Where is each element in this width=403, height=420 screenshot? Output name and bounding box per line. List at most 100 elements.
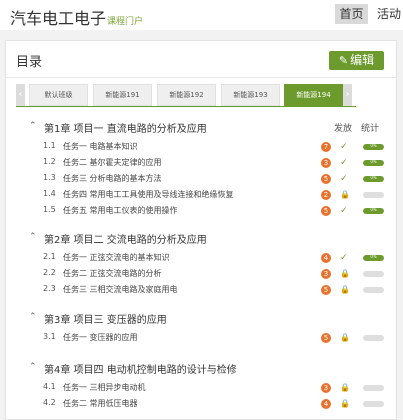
progress-bar: 0% [363,208,384,214]
task-count-badge: 5 [321,333,331,343]
released-check-icon[interactable]: ✓ [340,158,348,168]
task-count-badge: 3 [321,383,331,393]
progress-text: 0% [370,255,377,259]
lesson-number: 2.2 [43,268,56,277]
column-release-header: 发放 [334,124,353,134]
lesson-title[interactable]: 任务四 常用电工工具使用及导线连接和绝缘恢复 [63,189,234,200]
task-count-badge: 5 [321,285,331,295]
lesson-row[interactable]: 4.1 任务一 三相异步电动机 3 🔒 [6,382,396,398]
progress-bar [363,401,384,407]
collapse-caret-icon[interactable]: ⌃ [29,312,37,322]
lesson-row[interactable]: 2.1 任务一 正弦交流电的基本知识 4 ✓ 0% [6,252,396,268]
site-title-text: 汽车电工电子 [10,9,107,28]
tab-prev-arrow-icon[interactable]: ‹ [16,84,25,106]
progress-bar [363,192,384,198]
locked-padlock-icon[interactable]: 🔒 [340,190,350,200]
lesson-row[interactable]: 1.4 任务四 常用电工工具使用及导线连接和绝缘恢复 2 🔒 [6,189,396,205]
lesson-number: 2.1 [43,252,56,261]
collapse-caret-icon[interactable]: ⌃ [29,121,37,131]
progress-text: 0% [370,144,377,148]
task-count-badge: 3 [321,158,331,168]
task-count-badge: 7 [321,142,331,152]
lesson-number: 2.3 [43,284,56,293]
lesson-title[interactable]: 任务二 正弦交流电路的分析 [63,268,162,279]
lesson-number: 3.1 [43,332,56,341]
class-tab[interactable]: 新能源191 [93,84,152,106]
progress-bar [363,385,384,391]
progress-bar [363,335,384,341]
progress-bar: 0% [363,255,384,261]
pencil-icon: ✎ [338,54,349,67]
task-count-badge: 4 [321,253,331,263]
catalog-panel: 目录 ✎ 编辑 ‹ 默认班级 新能源191 新能源192 新能源193 新能源194 › … [5,40,397,420]
class-tab[interactable]: 新能源194 [284,84,343,106]
lesson-title[interactable]: 任务二 常用低压电器 [63,398,138,409]
collapse-caret-icon[interactable]: ⌃ [29,362,37,372]
lesson-number: 1.3 [43,173,56,182]
lesson-row[interactable]: 1.3 任务三 分析电路的基本方法 5 ✓ 0% [6,173,396,189]
released-check-icon[interactable]: ✓ [340,253,348,263]
progress-bar [363,287,384,293]
released-check-icon[interactable]: ✓ [340,142,348,152]
chapter-title[interactable]: 第3章 项目三 变压器的应用 [44,311,167,326]
released-check-icon[interactable]: ✓ [340,206,348,216]
collapse-caret-icon[interactable]: ⌃ [29,232,37,242]
class-tab[interactable]: 默认班级 [29,84,88,106]
lesson-number: 1.1 [43,141,56,150]
tab-next-arrow-icon[interactable]: › [343,84,352,106]
lesson-number: 4.1 [43,382,56,391]
lesson-row[interactable]: 2.2 任务二 正弦交流电路的分析 3 🔒 [6,268,396,284]
lesson-row[interactable]: 3.1 任务一 变压器的应用 5 🔒 [6,332,396,348]
lesson-title[interactable]: 任务五 常用电工仪表的使用操作 [63,205,178,216]
edit-button[interactable]: ✎ 编辑 [329,51,384,70]
chapter-title[interactable]: 第4章 项目四 电动机控制电路的设计与检修 [44,361,237,376]
top-bar: 汽车电工电子课程门户 首页 活动 [0,0,403,30]
progress-bar: 0% [363,144,384,150]
site-subtitle[interactable]: 课程门户 [107,17,143,27]
nav-home[interactable]: 首页 [335,4,368,24]
progress-text: 0% [370,176,377,180]
lesson-number: 4.2 [43,398,56,407]
lesson-title[interactable]: 任务一 正弦交流电的基本知识 [63,252,170,263]
class-tab[interactable]: 新能源193 [221,84,280,106]
site-title[interactable]: 汽车电工电子课程门户 [10,5,143,29]
locked-padlock-icon[interactable]: 🔒 [340,383,350,393]
task-count-badge: 5 [321,206,331,216]
class-tabs: ‹ 默认班级 新能源191 新能源192 新能源193 新能源194 › [16,84,356,106]
locked-padlock-icon[interactable]: 🔒 [340,285,350,295]
progress-text: 0% [370,160,377,164]
class-tab[interactable]: 新能源192 [157,84,216,106]
progress-bar: 0% [363,176,384,182]
progress-text: 0% [370,208,377,212]
released-check-icon[interactable]: ✓ [340,174,348,184]
lesson-row[interactable]: 1.1 任务一 电路基本知识 7 ✓ 0% [6,141,396,157]
lesson-number: 1.2 [43,157,56,166]
lesson-title[interactable]: 任务三 分析电路的基本方法 [63,173,162,184]
locked-padlock-icon[interactable]: 🔒 [340,333,350,343]
tab-underline [16,106,356,107]
lesson-row[interactable]: 2.3 任务三 三相交流电路及家庭用电 5 🔒 [6,284,396,300]
column-stats-header: 统计 [361,124,380,134]
chapter-title[interactable]: 第2章 项目二 交流电路的分析及应用 [44,231,207,246]
lesson-title[interactable]: 任务一 电路基本知识 [63,141,138,152]
lesson-row[interactable]: 4.2 任务二 常用低压电器 4 🔒 [6,398,396,414]
task-count-badge: 2 [321,190,331,200]
lesson-title[interactable]: 任务一 三相异步电动机 [63,382,146,393]
locked-padlock-icon[interactable]: 🔒 [340,399,350,409]
lesson-title[interactable]: 任务一 变压器的应用 [63,332,138,343]
chapter-title[interactable]: 第1章 项目一 直流电路的分析及应用 [44,120,207,135]
lesson-title[interactable]: 任务二 基尔霍夫定律的应用 [63,157,162,168]
lesson-number: 1.4 [43,189,56,198]
lesson-title[interactable]: 任务三 三相交流电路及家庭用电 [63,284,178,295]
task-count-badge: 5 [321,174,331,184]
progress-bar [363,271,384,277]
locked-padlock-icon[interactable]: 🔒 [340,269,350,279]
progress-bar: 0% [363,160,384,166]
panel-header: 目录 ✎ 编辑 [6,41,396,78]
lesson-number: 1.5 [43,205,56,214]
edit-label: 编辑 [350,53,375,67]
nav-activity[interactable]: 活动 [377,4,401,24]
task-count-badge: 3 [321,269,331,279]
lesson-row[interactable]: 1.5 任务五 常用电工仪表的使用操作 5 ✓ 0% [6,205,396,221]
lesson-row[interactable]: 1.2 任务二 基尔霍夫定律的应用 3 ✓ 0% [6,157,396,173]
